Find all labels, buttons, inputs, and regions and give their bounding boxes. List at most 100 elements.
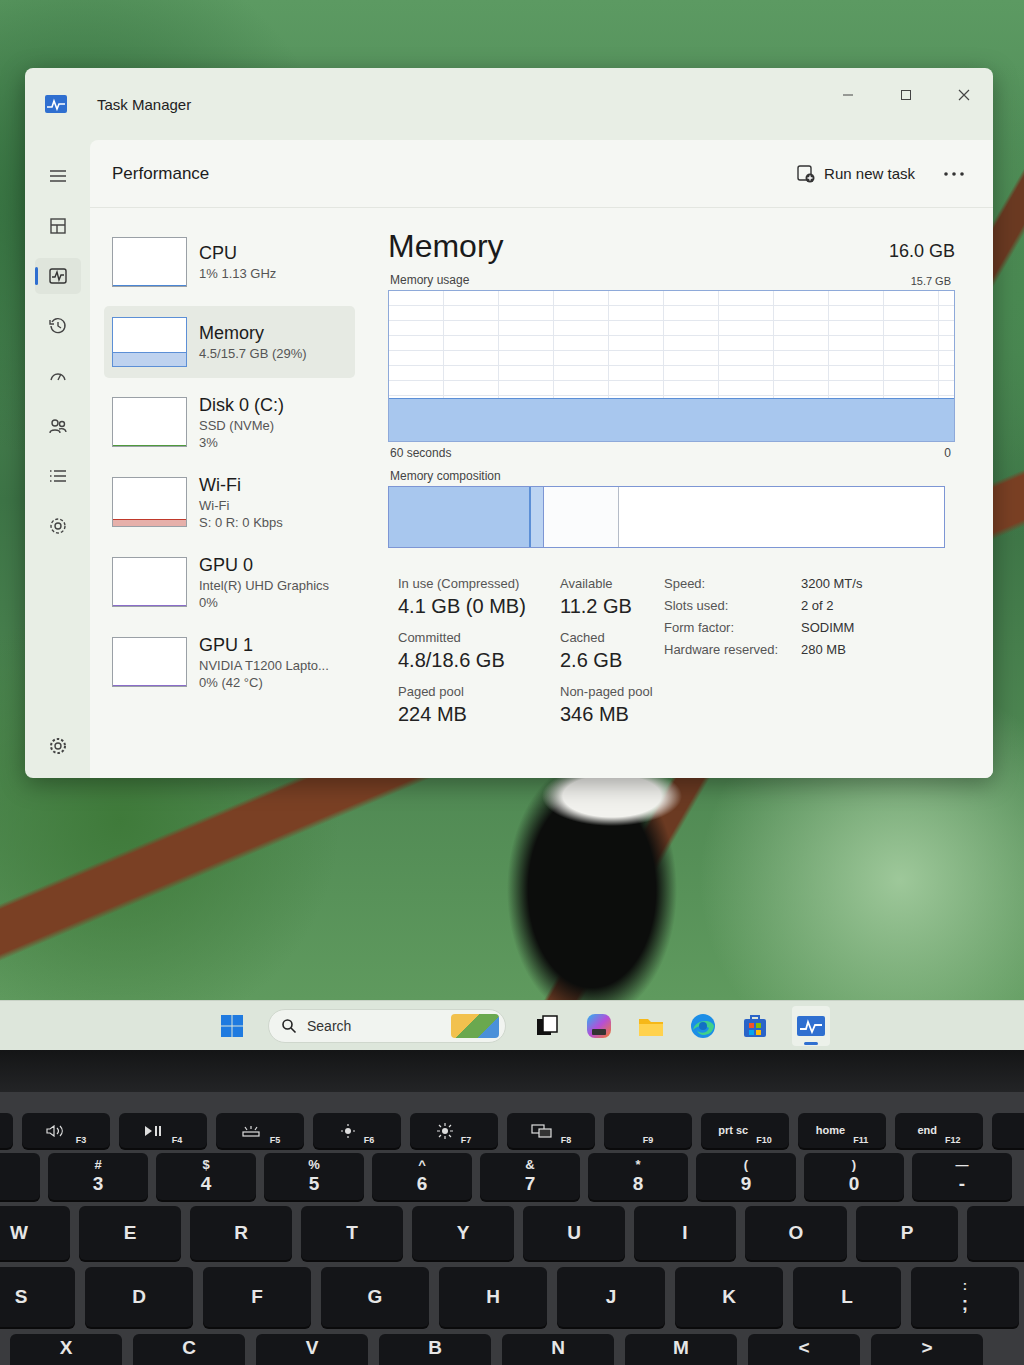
run-new-task-button[interactable]: Run new task	[796, 164, 915, 184]
key[interactable]: F4	[119, 1113, 207, 1148]
more-button[interactable]	[943, 165, 965, 183]
maximize-button[interactable]	[877, 78, 935, 112]
taskbar-app[interactable]	[636, 1006, 666, 1046]
spec-value: 3200 MT/s	[801, 576, 862, 591]
key[interactable]: C	[133, 1334, 245, 1365]
key-label: I	[682, 1222, 687, 1244]
key[interactable]: F9	[604, 1113, 692, 1148]
key-upper-label: &	[525, 1158, 534, 1172]
users-icon	[48, 416, 68, 436]
key[interactable]: prt scF10	[701, 1113, 789, 1148]
key[interactable]: D	[85, 1267, 193, 1327]
taskbar-app[interactable]	[584, 1006, 614, 1046]
memory-composition-bar	[388, 486, 945, 548]
key[interactable]: R	[190, 1206, 292, 1260]
composition-segment[interactable]	[619, 487, 944, 547]
device-item[interactable]: Memory4.5/15.7 GB (29%)	[104, 306, 355, 378]
key[interactable]: X	[10, 1334, 122, 1365]
key[interactable]: :;	[911, 1267, 1019, 1327]
device-thumbnail-graph	[112, 397, 187, 447]
key-label: 0	[849, 1173, 860, 1195]
settings-button[interactable]	[35, 728, 81, 764]
nav-item[interactable]	[35, 508, 81, 544]
stat-value: 4.1 GB (0 MB)	[398, 595, 560, 618]
key[interactable]: O	[745, 1206, 847, 1260]
composition-segment[interactable]	[389, 487, 531, 547]
key[interactable]: <	[748, 1334, 860, 1365]
key[interactable]: Y	[412, 1206, 514, 1260]
minimize-button[interactable]	[819, 78, 877, 112]
key[interactable]: J	[557, 1267, 665, 1327]
key[interactable]: (9	[696, 1153, 796, 1200]
key[interactable]: endF12	[895, 1113, 983, 1148]
key[interactable]: >	[871, 1334, 983, 1365]
key[interactable]	[967, 1206, 1024, 1260]
key[interactable]: P	[856, 1206, 958, 1260]
nav-item[interactable]	[35, 258, 81, 294]
key[interactable]: homeF11	[798, 1113, 886, 1148]
key[interactable]: F7	[410, 1113, 498, 1148]
nav-item[interactable]	[35, 458, 81, 494]
key[interactable]: B	[379, 1334, 491, 1365]
key[interactable]: T	[301, 1206, 403, 1260]
key[interactable]: ^6	[372, 1153, 472, 1200]
key[interactable]: F5	[216, 1113, 304, 1148]
key-fn-label: F10	[756, 1136, 772, 1148]
key[interactable]: N	[502, 1334, 614, 1365]
nav-item[interactable]	[35, 158, 81, 194]
key[interactable]: E	[79, 1206, 181, 1260]
keyboard-row: WERTYU I OP	[0, 1206, 1024, 1260]
search-box[interactable]: Search	[268, 1009, 506, 1043]
key[interactable]: W	[0, 1206, 70, 1260]
key[interactable]: %5	[264, 1153, 364, 1200]
nav-item[interactable]	[35, 358, 81, 394]
key[interactable]: I	[634, 1206, 736, 1260]
keyboard: F3F4F5F6F7F8F9prt scF10homeF11endF12#3$4…	[0, 1092, 1024, 1365]
key[interactable]: U	[523, 1206, 625, 1260]
device-item[interactable]: GPU 1NVIDIA T1200 Lapto...0% (42 °C)	[104, 626, 355, 698]
device-item[interactable]: GPU 0Intel(R) UHD Graphics0%	[104, 546, 355, 618]
key[interactable]: F8	[507, 1113, 595, 1148]
device-thumbnail-graph	[112, 237, 187, 287]
key[interactable]: $4	[156, 1153, 256, 1200]
key[interactable]: F	[203, 1267, 311, 1327]
device-name: GPU 1	[199, 635, 329, 656]
device-text: GPU 1NVIDIA T1200 Lapto...0% (42 °C)	[199, 635, 329, 690]
key[interactable]: S	[0, 1267, 75, 1327]
key-fn-label: F3	[76, 1136, 87, 1148]
nav-item[interactable]	[35, 408, 81, 444]
taskbar-app[interactable]	[792, 1006, 830, 1046]
key[interactable]	[992, 1113, 1024, 1148]
taskbar-app[interactable]	[740, 1006, 770, 1046]
key[interactable]	[0, 1153, 40, 1200]
composition-segment[interactable]	[531, 487, 545, 547]
key[interactable]: H	[439, 1267, 547, 1327]
key[interactable]: —-	[912, 1153, 1012, 1200]
device-item[interactable]: CPU1% 1.13 GHz	[104, 226, 355, 298]
close-button[interactable]	[935, 78, 993, 112]
nav-item[interactable]	[35, 308, 81, 344]
key[interactable]	[0, 1113, 13, 1148]
nav-item[interactable]	[35, 208, 81, 244]
device-item[interactable]: Disk 0 (C:)SSD (NVMe)3%	[104, 386, 355, 458]
key[interactable]: K	[675, 1267, 783, 1327]
taskbar-app[interactable]	[532, 1006, 562, 1046]
key-label: 3	[93, 1173, 104, 1195]
key[interactable]: #3	[48, 1153, 148, 1200]
key[interactable]: *8	[588, 1153, 688, 1200]
stat-value: 224 MB	[398, 703, 560, 726]
device-item[interactable]: Wi-FiWi-FiS: 0 R: 0 Kbps	[104, 466, 355, 538]
taskbar-app[interactable]	[688, 1006, 718, 1046]
start-button[interactable]	[218, 1012, 246, 1040]
composition-segment[interactable]	[544, 487, 619, 547]
key[interactable]: V	[256, 1334, 368, 1365]
device-text: GPU 0Intel(R) UHD Graphics0%	[199, 555, 329, 610]
key[interactable]: F6	[313, 1113, 401, 1148]
key[interactable]: )0	[804, 1153, 904, 1200]
key[interactable]: M	[625, 1334, 737, 1365]
nav-rail	[25, 140, 90, 778]
key[interactable]: G	[321, 1267, 429, 1327]
key[interactable]: F3	[22, 1113, 110, 1148]
key[interactable]: L	[793, 1267, 901, 1327]
key[interactable]: &7	[480, 1153, 580, 1200]
